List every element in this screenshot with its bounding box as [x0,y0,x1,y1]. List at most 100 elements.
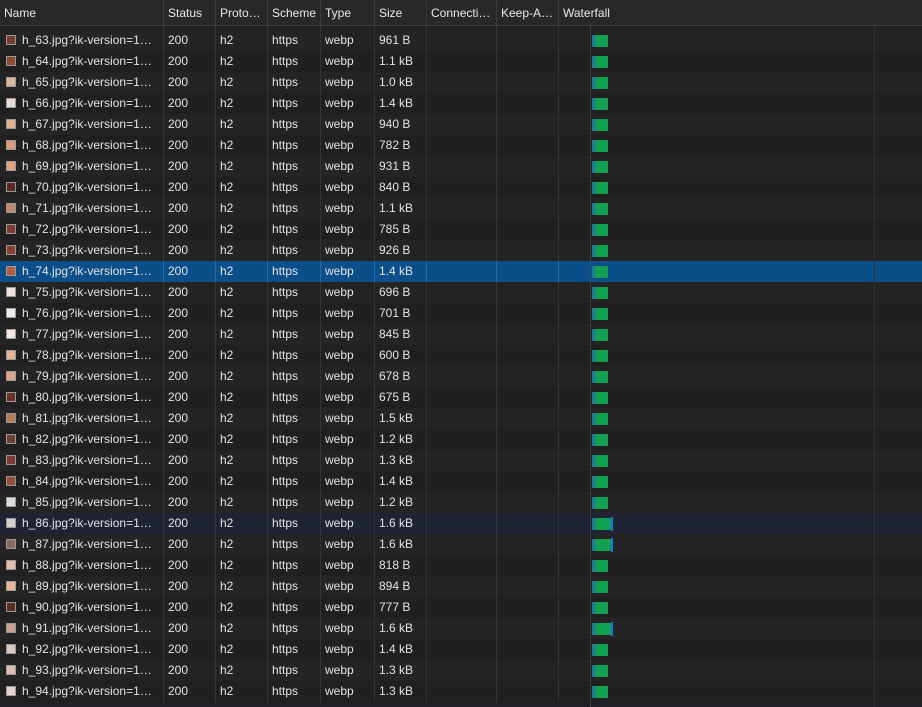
table-row[interactable]: h_72.jpg?ik-version=1… 200 h2 https webp 785 … [0,219,922,240]
table-row[interactable]: h_81.jpg?ik-version=1… 200 h2 https webp 1.5 … [0,408,922,429]
protocol-cell: h2 [216,177,268,198]
keepalive-cell [497,513,559,534]
type-cell: webp [321,660,375,681]
table-row[interactable]: h_65.jpg?ik-version=1… 200 h2 https webp 1.0 … [0,72,922,93]
type-cell: webp [321,198,375,219]
connection-cell [427,534,497,555]
table-row[interactable]: h_85.jpg?ik-version=1… 200 h2 https webp 1.2 … [0,492,922,513]
column-header-status[interactable]: Status [164,0,216,25]
table-row[interactable]: h_92.jpg?ik-version=1… 200 h2 https webp 1.4 … [0,639,922,660]
column-header-keepalive[interactable]: Keep-A… [497,0,559,25]
type-cell: webp [321,261,375,282]
status-cell: 200 [164,240,216,261]
keepalive-cell [497,492,559,513]
protocol-cell: h2 [216,450,268,471]
request-name-cell: h_73.jpg?ik-version=1… [0,240,164,261]
waterfall-download-bar [595,266,608,278]
table-row[interactable]: h_68.jpg?ik-version=1… 200 h2 https webp 782 … [0,135,922,156]
table-row[interactable]: h_79.jpg?ik-version=1… 200 h2 https webp 678 … [0,366,922,387]
table-row[interactable]: h_76.jpg?ik-version=1… 200 h2 https webp 701 … [0,303,922,324]
waterfall-marker [611,538,613,552]
status-cell: 200 [164,639,216,660]
connection-cell [427,135,497,156]
status-cell: 200 [164,72,216,93]
table-row[interactable]: h_77.jpg?ik-version=1… 200 h2 https webp 845 … [0,324,922,345]
connection-cell [427,261,497,282]
table-row[interactable]: h_83.jpg?ik-version=1… 200 h2 https webp 1.3 … [0,450,922,471]
waterfall-cell [559,618,922,639]
table-row[interactable]: h_66.jpg?ik-version=1… 200 h2 https webp 1.4 … [0,93,922,114]
protocol-cell: h2 [216,534,268,555]
keepalive-cell [497,261,559,282]
scheme-cell: https [268,597,321,618]
request-name-cell: h_89.jpg?ik-version=1… [0,576,164,597]
table-row[interactable]: h_93.jpg?ik-version=1… 200 h2 https webp 1.3 … [0,660,922,681]
column-header-name[interactable]: Name [0,0,164,25]
table-row[interactable]: h_80.jpg?ik-version=1… 200 h2 https webp 675 … [0,387,922,408]
scheme-cell: https [268,639,321,660]
table-row[interactable]: h_63.jpg?ik-version=1… 200 h2 https webp 961 … [0,30,922,51]
connection-cell [427,345,497,366]
scheme-cell: https [268,555,321,576]
table-row[interactable]: h_78.jpg?ik-version=1… 200 h2 https webp 600 … [0,345,922,366]
waterfall-cell [559,114,922,135]
protocol-cell: h2 [216,429,268,450]
table-row[interactable]: h_91.jpg?ik-version=1… 200 h2 https webp 1.6 … [0,618,922,639]
request-name-cell: h_76.jpg?ik-version=1… [0,303,164,324]
type-cell: webp [321,408,375,429]
column-header-connection[interactable]: Connecti… [427,0,497,25]
column-header-type[interactable]: Type [321,0,375,25]
size-cell: 1.3 kB [375,450,427,471]
table-row[interactable]: h_74.jpg?ik-version=1… 200 h2 https webp 1.4 … [0,261,922,282]
waterfall-download-bar [595,623,611,635]
table-row[interactable]: h_89.jpg?ik-version=1… 200 h2 https webp 894 … [0,576,922,597]
table-row[interactable]: h_88.jpg?ik-version=1… 200 h2 https webp 818 … [0,555,922,576]
table-row[interactable]: h_73.jpg?ik-version=1… 200 h2 https webp 926 … [0,240,922,261]
keepalive-cell [497,387,559,408]
table-row[interactable]: h_69.jpg?ik-version=1… 200 h2 https webp 931 … [0,156,922,177]
table-row[interactable]: h_90.jpg?ik-version=1… 200 h2 https webp 777 … [0,597,922,618]
size-cell: 1.5 kB [375,408,427,429]
table-row[interactable]: h_71.jpg?ik-version=1… 200 h2 https webp 1.1 … [0,198,922,219]
table-row[interactable]: h_94.jpg?ik-version=1… 200 h2 https webp 1.3 … [0,681,922,702]
type-cell: webp [321,72,375,93]
table-row[interactable]: h_70.jpg?ik-version=1… 200 h2 https webp 840 … [0,177,922,198]
protocol-cell: h2 [216,366,268,387]
request-list[interactable]: h_62.jpg?ik-version=1…200h2httpswebp777 … [0,26,922,707]
column-header-waterfall[interactable]: Waterfall [559,0,922,25]
waterfall-cell [559,597,922,618]
protocol-cell: h2 [216,345,268,366]
waterfall-download-bar [595,308,608,320]
waterfall-download-bar [595,392,608,404]
protocol-cell: h2 [216,660,268,681]
request-name-cell: h_72.jpg?ik-version=1… [0,219,164,240]
status-cell: 200 [164,303,216,324]
table-row[interactable]: h_75.jpg?ik-version=1… 200 h2 https webp 696 … [0,282,922,303]
size-cell: 600 B [375,345,427,366]
table-row[interactable]: h_82.jpg?ik-version=1… 200 h2 https webp 1.2 … [0,429,922,450]
table-row[interactable]: h_87.jpg?ik-version=1… 200 h2 https webp 1.6 … [0,534,922,555]
type-cell: webp [321,471,375,492]
connection-cell [427,408,497,429]
column-header-size[interactable]: Size [375,0,427,25]
type-cell: webp [321,639,375,660]
table-row[interactable]: h_67.jpg?ik-version=1… 200 h2 https webp 940 … [0,114,922,135]
size-cell: 675 B [375,387,427,408]
size-cell: 701 B [375,303,427,324]
keepalive-cell [497,471,559,492]
waterfall-download-bar [595,161,608,173]
table-row[interactable]: h_84.jpg?ik-version=1… 200 h2 https webp 1.4 … [0,471,922,492]
scheme-cell: https [268,114,321,135]
type-cell: webp [321,534,375,555]
type-cell: webp [321,156,375,177]
column-header-scheme[interactable]: Scheme [268,0,321,25]
protocol-cell: h2 [216,471,268,492]
table-row[interactable]: h_64.jpg?ik-version=1… 200 h2 https webp 1.1 … [0,51,922,72]
protocol-cell: h2 [216,324,268,345]
waterfall-cell [559,345,922,366]
column-header-protocol[interactable]: Proto… [216,0,268,25]
table-row[interactable]: h_86.jpg?ik-version=1… 200 h2 https webp 1.6 … [0,513,922,534]
waterfall-download-bar [595,56,608,68]
request-name-cell: h_69.jpg?ik-version=1… [0,156,164,177]
waterfall-cell [559,408,922,429]
